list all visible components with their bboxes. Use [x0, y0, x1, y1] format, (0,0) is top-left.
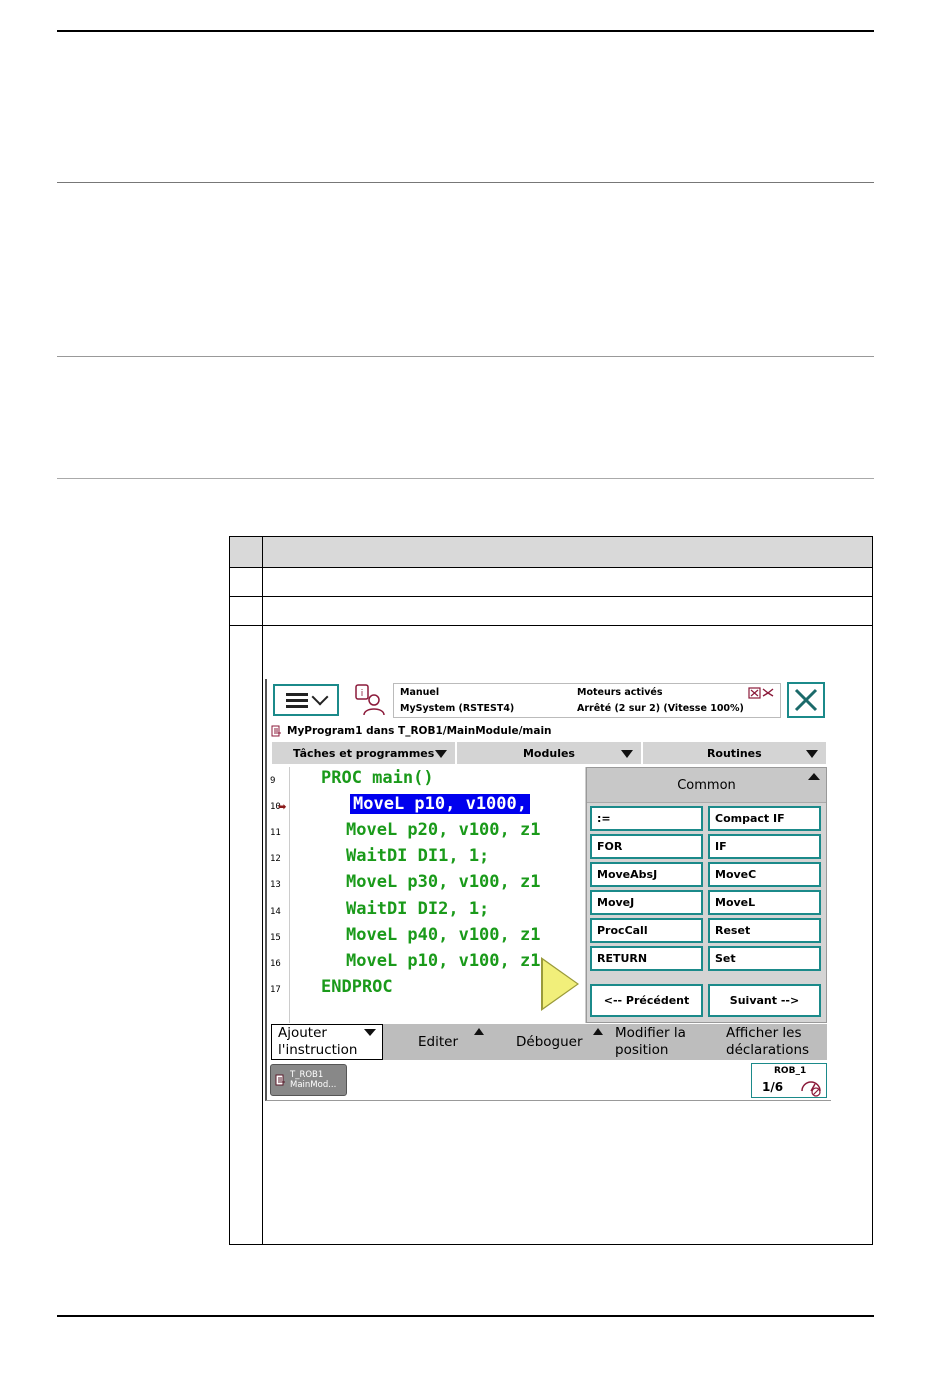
table-row	[230, 596, 872, 597]
instr-set[interactable]: Set	[708, 946, 821, 971]
instr-movej[interactable]: MoveJ	[590, 890, 703, 915]
state-label: Arrêté (2 sur 2) (Vitesse 100%)	[577, 703, 744, 714]
popup-arrow-icon	[593, 1028, 603, 1035]
command-bar: Ajouter l'instruction Editer Déboguer Mo…	[271, 1024, 827, 1060]
previous-button[interactable]: <-- Précédent	[590, 984, 703, 1017]
jog-axes-label: 1/6	[762, 1080, 784, 1094]
program-icon	[275, 1074, 285, 1085]
instruction-category[interactable]: Common	[587, 768, 826, 803]
editor-tabs: Tâches et programmes Modules Routines	[271, 741, 827, 765]
system-label: MySystem (RSTEST4)	[400, 703, 515, 714]
close-icon	[794, 688, 818, 712]
instr-proccall[interactable]: ProcCall	[590, 918, 703, 943]
instr-if[interactable]: IF	[708, 834, 821, 859]
program-icon	[271, 725, 281, 736]
line-number: 14	[270, 907, 281, 917]
instr-movel[interactable]: MoveL	[708, 890, 821, 915]
speed-gauge-icon	[801, 1081, 821, 1097]
instr-reset[interactable]: Reset	[708, 918, 821, 943]
instr-for[interactable]: FOR	[590, 834, 703, 859]
robot-name: ROB_1	[774, 1066, 807, 1076]
code-line[interactable]: MoveL p40, v100, z1	[346, 925, 540, 945]
section-divider	[57, 478, 874, 479]
instr-movec[interactable]: MoveC	[708, 862, 821, 887]
line-number: 11	[270, 828, 281, 838]
code-line[interactable]: MoveL p30, v100, z1	[346, 872, 540, 892]
line-number: 15	[270, 933, 281, 943]
show-declarations-button[interactable]: Afficher les déclarations	[716, 1024, 827, 1060]
popup-arrow-icon	[474, 1028, 484, 1035]
quickset-button[interactable]: ROB_1 1/6	[751, 1063, 827, 1098]
debug-button[interactable]: Déboguer	[494, 1024, 605, 1060]
instr-compact-if[interactable]: Compact IF	[708, 806, 821, 831]
instruction-picker: Common := Compact IF FOR IF MoveAbsJ Mov…	[586, 767, 827, 1023]
table-header	[230, 537, 872, 568]
modify-position-button[interactable]: Modifier la position	[605, 1024, 716, 1060]
dropdown-arrow-icon	[435, 750, 448, 758]
tab-tasks-programs[interactable]: Tâches et programmes	[271, 741, 457, 765]
table-row	[230, 625, 872, 626]
hamburger-icon	[286, 690, 308, 711]
status-bar: Manuel MySystem (RSTEST4) Moteurs activé…	[393, 683, 781, 718]
tab-routines[interactable]: Routines	[641, 741, 827, 765]
abb-menu-button[interactable]	[273, 684, 339, 716]
dropdown-arrow-icon	[364, 1029, 376, 1036]
operator-message-icon[interactable]: i	[353, 683, 387, 717]
add-instruction-button[interactable]: Ajouter l'instruction	[271, 1024, 383, 1060]
instr-return[interactable]: RETURN	[590, 946, 703, 971]
code-line[interactable]: MoveL p20, v100, z1	[346, 820, 540, 840]
motors-label: Moteurs activés	[577, 687, 663, 698]
code-line-selected[interactable]: MoveL p10, v1000,	[350, 794, 530, 814]
code-line[interactable]: WaitDI DI1, 1;	[346, 846, 489, 866]
section-divider	[57, 356, 874, 357]
svg-text:i: i	[361, 689, 364, 699]
pointer-cursor-fill	[543, 960, 577, 1008]
line-number: 17	[270, 985, 281, 995]
edit-button[interactable]: Editer	[383, 1024, 494, 1060]
dropdown-arrow-icon	[620, 750, 633, 758]
next-button[interactable]: Suivant -->	[708, 984, 821, 1017]
close-button[interactable]	[787, 682, 825, 718]
instr-moveabsj[interactable]: MoveAbsJ	[590, 862, 703, 887]
dropdown-arrow-icon	[805, 750, 818, 758]
task-window-button[interactable]: T_ROB1 MainMod...	[270, 1064, 347, 1096]
mechanical-unit-icon	[748, 687, 774, 699]
code-line[interactable]: MoveL p10, v100, z1	[346, 951, 540, 971]
line-number: 13	[270, 880, 281, 890]
breadcrumb: MyProgram1 dans T_ROB1/MainModule/main	[271, 723, 552, 739]
collapse-arrow-icon	[808, 773, 820, 780]
code-editor[interactable]: 9 10 ➡ 11 12 13 14 15 16 17 PROC main() …	[267, 767, 586, 1023]
line-number: 16	[270, 959, 281, 969]
code-line[interactable]: PROC main()	[321, 768, 434, 788]
flexpendant-screen: i Manuel MySystem (RSTEST4) Moteurs acti…	[265, 679, 831, 1101]
mode-label: Manuel	[400, 687, 440, 698]
code-line[interactable]: ENDPROC	[321, 977, 393, 997]
program-pointer-icon: ➡	[278, 802, 287, 813]
top-rule	[57, 30, 874, 32]
chevron-down-icon	[311, 688, 329, 706]
line-number: 9	[270, 776, 276, 786]
bottom-rule	[57, 1315, 874, 1317]
instr-assign[interactable]: :=	[590, 806, 703, 831]
tab-modules[interactable]: Modules	[456, 741, 642, 765]
line-number: 12	[270, 854, 281, 864]
program-path: MyProgram1 dans T_ROB1/MainModule/main	[287, 725, 552, 737]
section-divider	[57, 182, 874, 183]
code-line[interactable]: WaitDI DI2, 1;	[346, 899, 489, 919]
